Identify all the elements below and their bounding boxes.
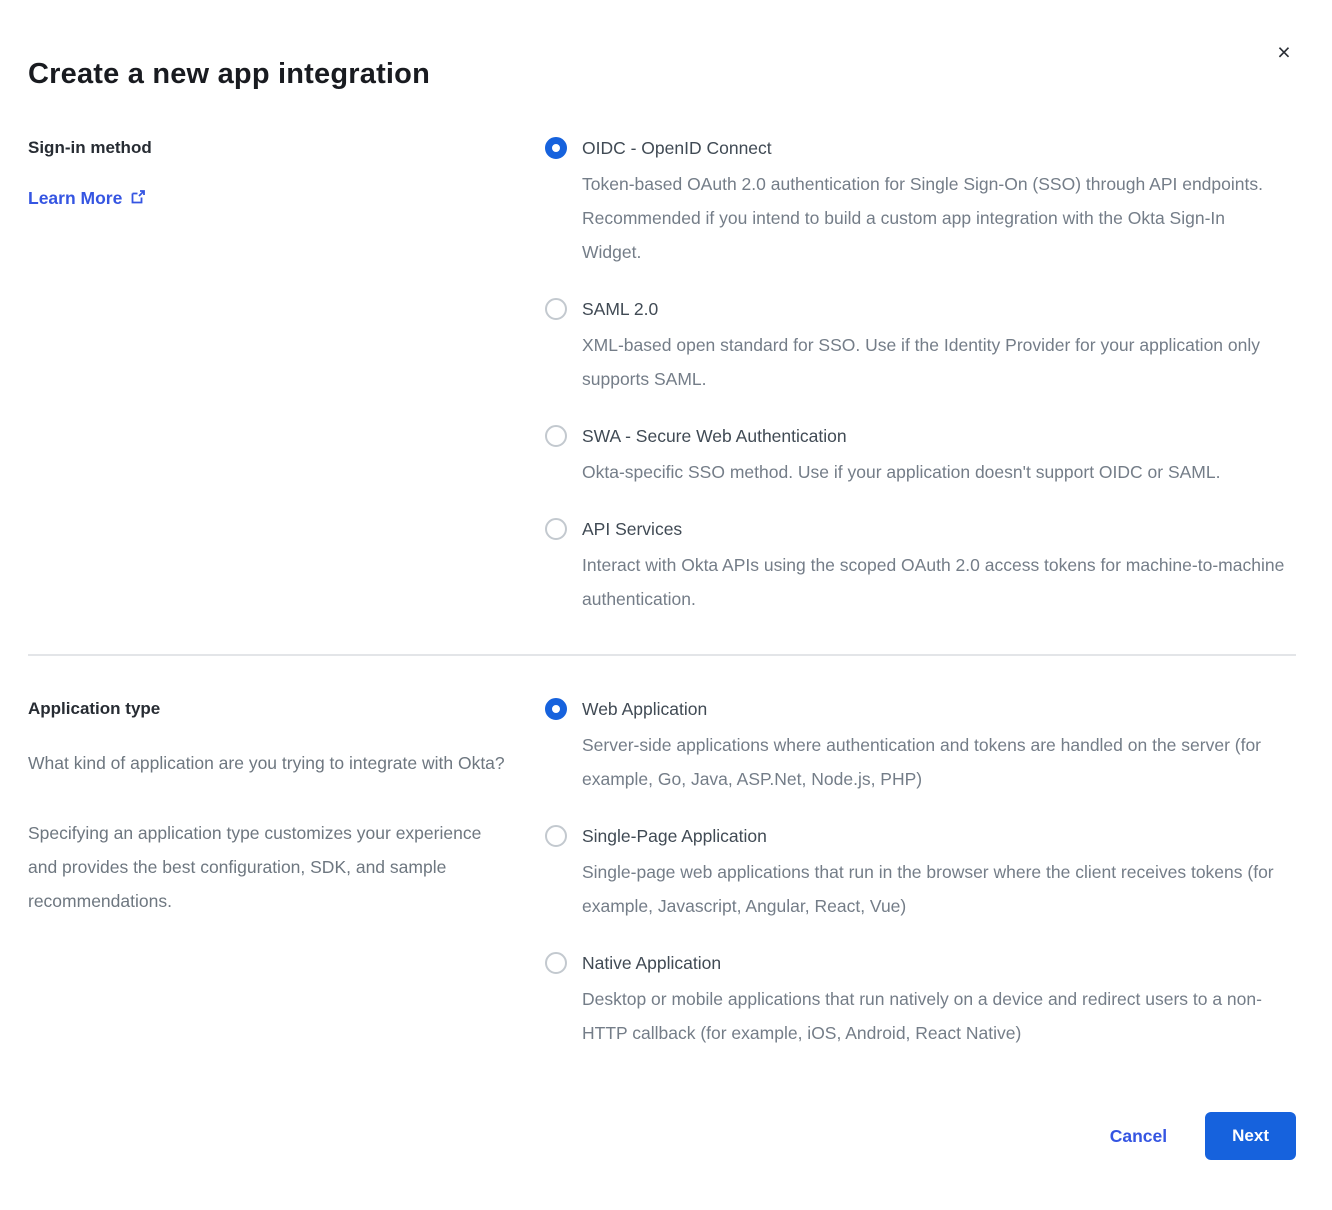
radio-label-swa: SWA - Secure Web Authentication [582, 425, 1285, 447]
radio-label-single-page-application: Single-Page Application [582, 825, 1285, 847]
create-app-integration-dialog: × Create a new app integration Sign-in m… [0, 0, 1332, 1210]
radio-option-api-services[interactable]: API Services Interact with Okta APIs usi… [545, 518, 1285, 616]
signin-method-heading: Sign-in method [28, 137, 515, 159]
close-icon[interactable]: × [1270, 38, 1298, 66]
application-type-section: Application type What kind of applicatio… [28, 698, 1296, 1050]
radio-input-web-application[interactable] [545, 698, 567, 720]
radio-input-native-application[interactable] [545, 952, 567, 974]
learn-more-label: Learn More [28, 188, 122, 209]
page-title: Create a new app integration [28, 58, 1296, 91]
radio-option-single-page-application[interactable]: Single-Page Application Single-page web … [545, 825, 1285, 923]
radio-label-native-application: Native Application [582, 952, 1285, 974]
application-type-options: Web Application Server-side applications… [545, 698, 1285, 1050]
application-type-question: What kind of application are you trying … [28, 746, 515, 780]
radio-description-saml: XML-based open standard for SSO. Use if … [582, 328, 1285, 396]
signin-method-section: Sign-in method Learn More OIDC - OpenID … [28, 137, 1296, 616]
next-button[interactable]: Next [1205, 1112, 1296, 1160]
radio-input-swa[interactable] [545, 425, 567, 447]
radio-description-swa: Okta-specific SSO method. Use if your ap… [582, 455, 1285, 489]
radio-input-single-page-application[interactable] [545, 825, 567, 847]
application-type-heading: Application type [28, 698, 515, 720]
radio-label-oidc: OIDC - OpenID Connect [582, 137, 1285, 159]
radio-option-web-application[interactable]: Web Application Server-side applications… [545, 698, 1285, 796]
radio-description-api-services: Interact with Okta APIs using the scoped… [582, 548, 1285, 616]
application-type-note: Specifying an application type customize… [28, 816, 515, 918]
dialog-footer: Cancel Next [28, 1112, 1296, 1160]
learn-more-link[interactable]: Learn More [28, 187, 146, 210]
radio-option-oidc[interactable]: OIDC - OpenID Connect Token-based OAuth … [545, 137, 1285, 269]
signin-method-options: OIDC - OpenID Connect Token-based OAuth … [545, 137, 1285, 616]
radio-description-single-page-application: Single-page web applications that run in… [582, 855, 1285, 923]
section-divider [28, 654, 1296, 656]
external-link-icon [130, 189, 146, 210]
radio-input-oidc[interactable] [545, 137, 567, 159]
signin-method-left-column: Sign-in method Learn More [28, 137, 545, 210]
radio-label-web-application: Web Application [582, 698, 1285, 720]
application-type-left-column: Application type What kind of applicatio… [28, 698, 545, 918]
cancel-button[interactable]: Cancel [1110, 1126, 1167, 1147]
radio-option-native-application[interactable]: Native Application Desktop or mobile app… [545, 952, 1285, 1050]
radio-label-api-services: API Services [582, 518, 1285, 540]
radio-description-web-application: Server-side applications where authentic… [582, 728, 1285, 796]
radio-option-swa[interactable]: SWA - Secure Web Authentication Okta-spe… [545, 425, 1285, 489]
radio-description-oidc: Token-based OAuth 2.0 authentication for… [582, 167, 1285, 269]
radio-input-saml[interactable] [545, 298, 567, 320]
radio-option-saml[interactable]: SAML 2.0 XML-based open standard for SSO… [545, 298, 1285, 396]
radio-input-api-services[interactable] [545, 518, 567, 540]
radio-description-native-application: Desktop or mobile applications that run … [582, 982, 1285, 1050]
radio-label-saml: SAML 2.0 [582, 298, 1285, 320]
